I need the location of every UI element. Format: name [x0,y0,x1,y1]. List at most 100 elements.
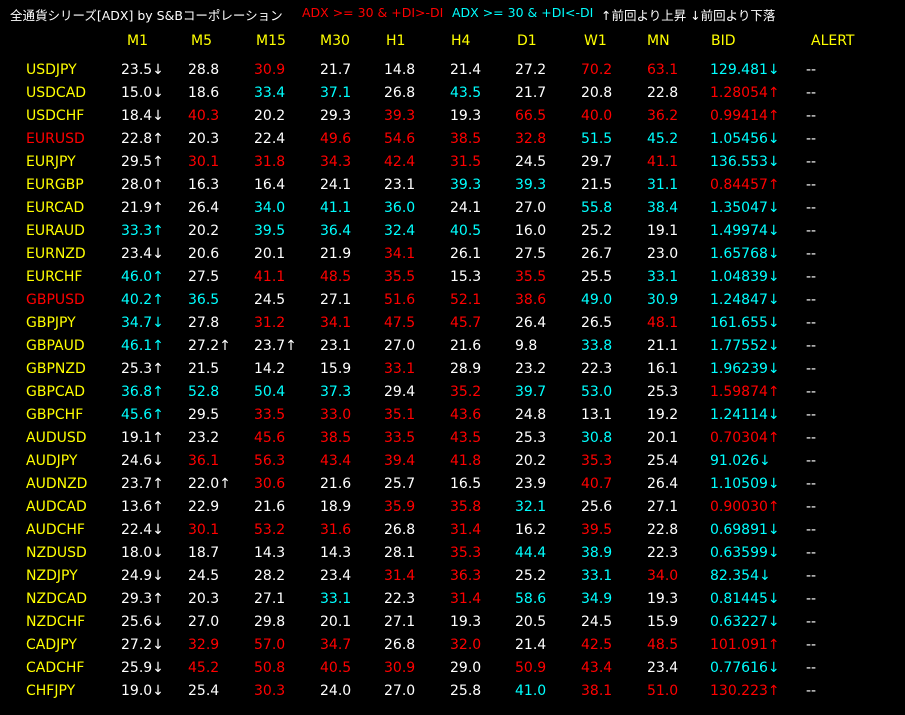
cell-h1: 35.9 [384,499,416,515]
cell-h1: 33.1 [384,361,416,377]
cell-h1: 33.5 [384,430,416,446]
symbol-label: EURAUD [26,223,85,239]
cell-m15: 30.9 [254,62,286,78]
table-row: EURNZD 23.4↓ 20.6 20.1 21.9 34.1 26.1 27.5 26.7 2… [0,246,905,269]
symbol-label: EURGBP [26,177,84,193]
cell-w1: 20.8 [581,85,613,101]
cell-m15: 20.1 [254,246,286,262]
cell-bid: 161.655↓ [710,315,780,331]
cell-m15: 21.6 [254,499,286,515]
cell-d1: 66.5 [515,108,547,124]
symbol-label: AUDJPY [26,453,78,469]
cell-m15: 30.6 [254,476,286,492]
cell-w1: 40.7 [581,476,613,492]
cell-m30: 23.1 [320,338,352,354]
cell-mn: 19.1 [647,223,679,239]
cell-m30: 36.4 [320,223,352,239]
cell-m1: 18.4↓ [121,108,164,124]
table-row: GBPUSD 40.2↑ 36.5 24.5 27.1 51.6 52.1 38.6 49.0 3… [0,292,905,315]
cell-w1: 22.3 [581,361,613,377]
table-row: CADCHF 25.9↓ 45.2 50.8 40.5 30.9 29.0 50.9 43.4 2… [0,660,905,683]
table-row: GBPCHF 45.6↑ 29.5 33.5 33.0 35.1 43.6 24.8 13.1 1… [0,407,905,430]
cell-w1: 70.2 [581,62,613,78]
cell-m30: 33.1 [320,591,352,607]
cell-alert: -- [806,338,817,354]
legend-red: ADX >= 30 & +DI>-DI [302,5,444,20]
cell-m1: 34.7↓ [121,315,164,331]
column-header-alert: ALERT [811,33,855,49]
cell-bid: 1.65768↓ [710,246,780,262]
cell-w1: 25.5 [581,269,613,285]
cell-mn: 34.0 [647,568,679,584]
cell-d1: 27.2 [515,62,547,78]
cell-alert: -- [806,476,817,492]
table-row: AUDNZD 23.7↑ 22.0↑ 30.6 21.6 25.7 16.5 23.9 40.7… [0,476,905,499]
table-row: USDCAD 15.0↓ 18.6 33.4 37.1 26.8 43.5 21.7 20.8 2… [0,85,905,108]
cell-w1: 13.1 [581,407,613,423]
cell-m1: 21.9↑ [121,200,164,216]
table-row: NZDCHF 25.6↓ 27.0 29.8 20.1 27.1 19.3 20.5 24.5 1… [0,614,905,637]
cell-m30: 48.5 [320,269,352,285]
cell-w1: 26.5 [581,315,613,331]
cell-bid: 1.96239↓ [710,361,780,377]
cell-m5: 45.2 [188,660,220,676]
cell-mn: 19.2 [647,407,679,423]
cell-m15: 16.4 [254,177,286,193]
cell-m15: 33.4 [254,85,286,101]
cell-h4: 16.5 [450,476,482,492]
cell-h1: 35.1 [384,407,416,423]
cell-h1: 47.5 [384,315,416,331]
cell-h4: 43.5 [450,85,482,101]
cell-mn: 26.4 [647,476,679,492]
cell-w1: 35.3 [581,453,613,469]
cell-w1: 38.1 [581,683,613,699]
cell-m15: 45.6 [254,430,286,446]
cell-m1: 23.5↓ [121,62,164,78]
cell-d1: 25.3 [515,430,547,446]
cell-bid: 136.553↓ [710,154,780,170]
symbol-label: EURUSD [26,131,85,147]
cell-m1: 23.4↓ [121,246,164,262]
cell-alert: -- [806,246,817,262]
cell-m1: 22.4↓ [121,522,164,538]
cell-h4: 28.9 [450,361,482,377]
cell-h1: 39.4 [384,453,416,469]
cell-m15: 34.0 [254,200,286,216]
cell-d1: 50.9 [515,660,547,676]
cell-d1: 44.4 [515,545,547,561]
cell-bid: 1.04839↓ [710,269,780,285]
cell-m15: 57.0 [254,637,286,653]
cell-mn: 30.9 [647,292,679,308]
cell-alert: -- [806,407,817,423]
cell-mn: 51.0 [647,683,679,699]
cell-w1: 39.5 [581,522,613,538]
cell-d1: 39.3 [515,177,547,193]
cell-m1: 27.2↓ [121,637,164,653]
cell-bid: 0.63599↓ [710,545,780,561]
cell-m5: 27.0 [188,614,220,630]
column-header-m5: M5 [191,33,212,49]
cell-m30: 21.9 [320,246,352,262]
cell-h1: 27.0 [384,683,416,699]
cell-alert: -- [806,522,817,538]
symbol-label: AUDCHF [26,522,85,538]
cell-d1: 23.2 [515,361,547,377]
cell-m5: 52.8 [188,384,220,400]
cell-m5: 18.7 [188,545,220,561]
cell-alert: -- [806,131,817,147]
cell-alert: -- [806,499,817,515]
cell-h4: 38.5 [450,131,482,147]
cell-m30: 23.4 [320,568,352,584]
cell-m5: 26.4 [188,200,220,216]
cell-h4: 32.0 [450,637,482,653]
cell-m5: 20.6 [188,246,220,262]
cell-m1: 25.9↓ [121,660,164,676]
legend-cyan: ADX >= 30 & +DI<-DI [452,5,594,20]
column-header-bid: BID [711,33,736,49]
cell-w1: 42.5 [581,637,613,653]
cell-m1: 46.1↑ [121,338,164,354]
cell-m5: 20.3 [188,591,220,607]
cell-bid: 0.70304↑ [710,430,780,446]
cell-bid: 0.63227↓ [710,614,780,630]
cell-m30: 34.3 [320,154,352,170]
